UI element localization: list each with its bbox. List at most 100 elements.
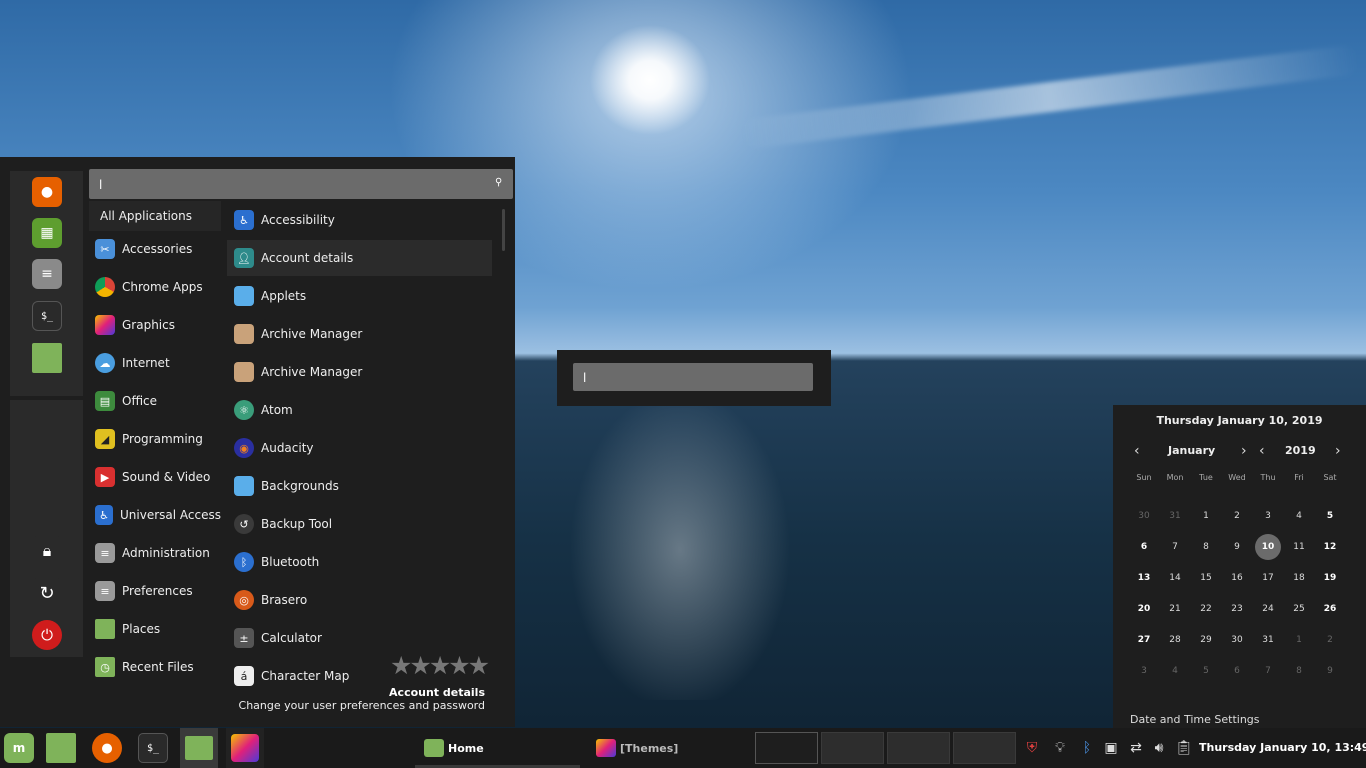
terminal-icon[interactable]: $_ [138, 733, 168, 763]
calendar-day[interactable]: 6 [1129, 536, 1159, 558]
app-account-details[interactable]: 👤︎ Account details [227, 240, 492, 276]
files-launcher-active[interactable] [180, 728, 218, 768]
next-month-icon[interactable]: › [1241, 443, 1247, 459]
calendar-day[interactable]: 30 [1222, 629, 1252, 651]
category-accessories[interactable]: ✂ Accessories [89, 234, 221, 264]
bluetooth-icon[interactable]: ᛒ [1078, 738, 1096, 758]
app-audacity[interactable]: ◉ Audacity [227, 430, 492, 466]
calendar-day[interactable]: 30 [1129, 505, 1159, 527]
clipboard-icon[interactable]: 📋︎ [1175, 738, 1193, 758]
calendar-day[interactable]: 8 [1284, 660, 1314, 682]
prev-year-icon[interactable]: ‹ [1259, 443, 1265, 459]
category-graphics[interactable]: Graphics [89, 310, 221, 340]
window-button-home[interactable]: Home [424, 728, 484, 768]
calendar-day[interactable]: 16 [1222, 567, 1252, 589]
calendar-day[interactable]: 9 [1222, 536, 1252, 558]
calendar-day[interactable]: 4 [1284, 505, 1314, 527]
screenshot-icon[interactable]: ▣ [1102, 738, 1120, 758]
calendar-day[interactable]: 31 [1253, 629, 1283, 651]
firefox-icon[interactable]: ● [32, 177, 62, 207]
workspace-2[interactable] [821, 732, 884, 764]
run-command-input[interactable] [581, 367, 805, 389]
calendar-day[interactable]: 26 [1315, 598, 1345, 620]
calendar-day[interactable]: 27 [1129, 629, 1159, 651]
logout-icon[interactable]: ↻ [32, 578, 62, 608]
category-administration[interactable]: ≡ Administration [89, 538, 221, 568]
calendar-day[interactable]: 1 [1191, 505, 1221, 527]
calendar-day[interactable]: 17 [1253, 567, 1283, 589]
calendar-day[interactable]: 3 [1253, 505, 1283, 527]
category-office[interactable]: ▤ Office [89, 386, 221, 416]
calendar-day[interactable]: 8 [1191, 536, 1221, 558]
calendar-day[interactable]: 13 [1129, 567, 1159, 589]
category-all-applications[interactable]: All Applications [89, 201, 221, 231]
folder-icon[interactable] [46, 733, 76, 763]
panel-clock[interactable]: Thursday January 10, 13:49 [1199, 741, 1366, 754]
calendar-day[interactable]: 5 [1191, 660, 1221, 682]
calendar-day[interactable]: 4 [1160, 660, 1190, 682]
calendar-day[interactable]: 24 [1253, 598, 1283, 620]
shield-icon[interactable]: ⛨ [1023, 738, 1041, 758]
date-time-settings-link[interactable]: Date and Time Settings [1130, 713, 1260, 726]
calendar-day[interactable]: 15 [1191, 567, 1221, 589]
calendar-day[interactable]: 2 [1315, 629, 1345, 651]
category-places[interactable]: Places [89, 614, 221, 644]
app-archive-manager[interactable]: Archive Manager [227, 316, 492, 352]
app-bluetooth[interactable]: ᛒ Bluetooth [227, 544, 492, 580]
calendar-day[interactable]: 7 [1160, 536, 1190, 558]
firefox-icon[interactable]: ● [92, 733, 122, 763]
lightbulb-icon[interactable]: 💡︎ [1051, 738, 1069, 758]
calendar-day[interactable]: 7 [1253, 660, 1283, 682]
calendar-day[interactable]: 28 [1160, 629, 1190, 651]
category-programming[interactable]: ◢ Programming [89, 424, 221, 454]
calendar-day[interactable]: 29 [1191, 629, 1221, 651]
calendar-day[interactable]: 12 [1315, 536, 1345, 558]
folder-icon[interactable] [32, 343, 62, 373]
category-preferences[interactable]: ≡ Preferences [89, 576, 221, 606]
shutdown-icon[interactable]: ⏻ [32, 620, 62, 650]
app-backgrounds[interactable]: Backgrounds [227, 468, 492, 504]
lock-icon[interactable]: 🔒︎ [32, 536, 62, 566]
app-applets[interactable]: Applets [227, 278, 492, 314]
calendar-day[interactable]: 22 [1191, 598, 1221, 620]
calendar-day[interactable]: 2 [1222, 505, 1252, 527]
menu-search-input[interactable] [97, 174, 491, 196]
workspace-1[interactable] [755, 732, 818, 764]
calendar-day-today[interactable]: 10 [1255, 534, 1281, 560]
calendar-day[interactable]: 14 [1160, 567, 1190, 589]
category-chrome-apps[interactable]: Chrome Apps [89, 272, 221, 302]
app-archive-manager-2[interactable]: Archive Manager [227, 354, 492, 390]
mint-menu-icon[interactable]: m [4, 733, 34, 763]
category-sound-video[interactable]: ▶ Sound & Video [89, 462, 221, 492]
category-internet[interactable]: ☁ Internet [89, 348, 221, 378]
calendar-day[interactable]: 25 [1284, 598, 1314, 620]
calendar-day[interactable]: 9 [1315, 660, 1345, 682]
menu-search-box[interactable]: ⚲ [89, 169, 513, 199]
calendar-day[interactable]: 11 [1284, 536, 1314, 558]
volume-icon[interactable]: 🔊︎ [1150, 738, 1168, 758]
workspace-3[interactable] [887, 732, 950, 764]
calendar-day[interactable]: 5 [1315, 505, 1345, 527]
calendar-day[interactable]: 20 [1129, 598, 1159, 620]
apps-scrollbar-thumb[interactable] [502, 209, 505, 251]
next-year-icon[interactable]: › [1335, 443, 1341, 459]
terminal-icon[interactable]: $_ [32, 301, 62, 331]
system-settings-icon[interactable]: ≡ [32, 259, 62, 289]
run-input-box[interactable] [573, 363, 813, 391]
calendar-day[interactable]: 6 [1222, 660, 1252, 682]
window-button-themes[interactable]: [Themes] [596, 728, 678, 768]
calendar-day[interactable]: 18 [1284, 567, 1314, 589]
app-backup-tool[interactable]: ↺ Backup Tool [227, 506, 492, 542]
app-brasero[interactable]: ◎ Brasero [227, 582, 492, 618]
calendar-day[interactable]: 31 [1160, 505, 1190, 527]
category-universal-access[interactable]: ♿︎ Universal Access [89, 500, 221, 530]
calendar-day[interactable]: 3 [1129, 660, 1159, 682]
calendar-day[interactable]: 1 [1284, 629, 1314, 651]
workspace-4[interactable] [953, 732, 1016, 764]
app-accessibility[interactable]: ♿︎ Accessibility [227, 202, 492, 238]
calendar-day[interactable]: 23 [1222, 598, 1252, 620]
category-recent-files[interactable]: ◷ Recent Files [89, 652, 221, 682]
calendar-day[interactable]: 19 [1315, 567, 1345, 589]
themes-launcher[interactable] [226, 728, 264, 768]
apps-scrollbar[interactable] [498, 207, 506, 727]
